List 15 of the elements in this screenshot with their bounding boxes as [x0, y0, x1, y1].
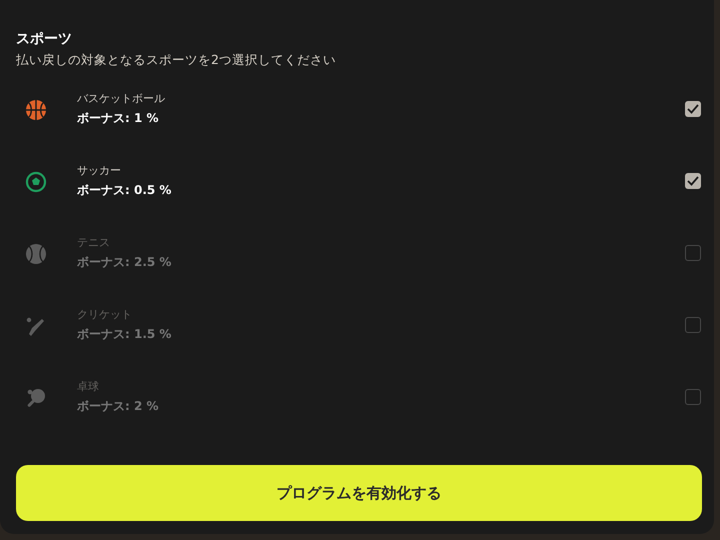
sport-checkbox[interactable] [685, 101, 701, 117]
sport-name: クリケット [77, 307, 133, 323]
section-subtitle: 払い戻しの対象となるスポーツを2つ選択してください [16, 52, 337, 69]
bonus-text: ボーナス: 1 % [77, 110, 160, 127]
bonus-text: ボーナス: 2 % [77, 398, 160, 415]
bonus-text: ボーナス: 0.5 % [77, 182, 172, 199]
sport-checkbox[interactable] [685, 173, 701, 189]
bonus-text: ボーナス: 1.5 % [77, 326, 172, 343]
sport-name: 卓球 [77, 379, 100, 395]
section-title: スポーツ [16, 30, 73, 49]
activate-button[interactable]: プログラムを有効化する [16, 465, 702, 521]
sport-name: テニス [77, 235, 111, 251]
sport-name: サッカー [77, 163, 122, 179]
bonus-text: ボーナス: 2.5 % [77, 254, 172, 271]
sport-name: バスケットボール [77, 91, 166, 107]
